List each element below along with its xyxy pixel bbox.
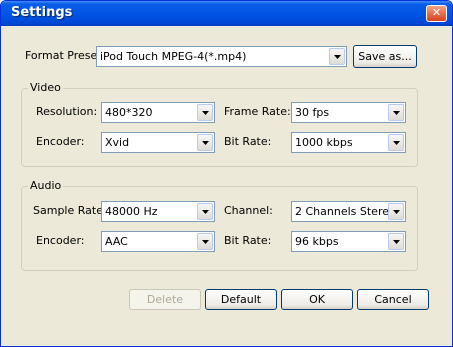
resolution-value: 480*320 xyxy=(105,106,153,119)
chevron-down-icon[interactable] xyxy=(329,48,345,65)
chevron-down-icon[interactable] xyxy=(388,134,404,151)
video-group-caption: Video xyxy=(28,81,63,95)
audio-bit-rate-value: 96 kbps xyxy=(295,235,339,248)
chevron-down-icon[interactable] xyxy=(388,233,404,250)
video-group: Video xyxy=(21,81,418,167)
save-as-button[interactable]: Save as... xyxy=(353,45,417,68)
audio-encoder-select[interactable]: AAC xyxy=(101,231,215,252)
channel-select[interactable]: 2 Channels Stereo xyxy=(291,201,406,222)
video-bit-rate-select[interactable]: 1000 kbps xyxy=(291,132,406,153)
format-preset-select[interactable]: iPod Touch MPEG-4(*.mp4) xyxy=(96,46,347,67)
audio-group: Audio xyxy=(21,179,418,271)
chevron-down-icon[interactable] xyxy=(197,104,213,121)
audio-bit-rate-label: Bit Rate: xyxy=(224,234,272,247)
audio-encoder-label: Encoder: xyxy=(36,234,85,247)
frame-rate-select[interactable]: 30 fps xyxy=(291,102,406,123)
sample-rate-label: Sample Rate: xyxy=(33,204,107,217)
chevron-down-icon[interactable] xyxy=(197,134,213,151)
default-button[interactable]: Default xyxy=(205,289,277,310)
frame-rate-value: 30 fps xyxy=(295,106,330,119)
video-bit-rate-label: Bit Rate: xyxy=(224,135,272,148)
channel-label: Channel: xyxy=(224,204,273,217)
format-preset-value: iPod Touch MPEG-4(*.mp4) xyxy=(100,50,247,63)
video-encoder-value: Xvid xyxy=(105,136,130,149)
video-bit-rate-value: 1000 kbps xyxy=(295,136,353,149)
resolution-label: Resolution: xyxy=(36,105,98,118)
audio-encoder-value: AAC xyxy=(105,235,128,248)
frame-rate-label: Frame Rate: xyxy=(224,105,291,118)
sample-rate-select[interactable]: 48000 Hz xyxy=(101,201,215,222)
title-bar[interactable]: Settings ✕ xyxy=(1,1,452,26)
sample-rate-value: 48000 Hz xyxy=(105,205,158,218)
close-icon: ✕ xyxy=(431,6,442,19)
channel-value: 2 Channels Stereo xyxy=(295,205,396,218)
resolution-select[interactable]: 480*320 xyxy=(101,102,215,123)
chevron-down-icon[interactable] xyxy=(388,104,404,121)
ok-button[interactable]: OK xyxy=(281,289,353,310)
video-encoder-label: Encoder: xyxy=(36,135,85,148)
dialog-body: Format Preset: iPod Touch MPEG-4(*.mp4) … xyxy=(4,26,449,342)
settings-dialog: Settings ✕ Format Preset: iPod Touch MPE… xyxy=(0,0,453,347)
delete-button[interactable]: Delete xyxy=(129,289,201,310)
chevron-down-icon[interactable] xyxy=(388,203,404,220)
audio-group-caption: Audio xyxy=(28,179,64,193)
cancel-button[interactable]: Cancel xyxy=(357,289,429,310)
video-encoder-select[interactable]: Xvid xyxy=(101,132,215,153)
chevron-down-icon[interactable] xyxy=(197,203,213,220)
format-preset-label: Format Preset: xyxy=(25,49,106,62)
chevron-down-icon[interactable] xyxy=(197,233,213,250)
audio-bit-rate-select[interactable]: 96 kbps xyxy=(291,231,406,252)
window-title: Settings xyxy=(11,5,73,20)
close-button[interactable]: ✕ xyxy=(426,5,447,22)
